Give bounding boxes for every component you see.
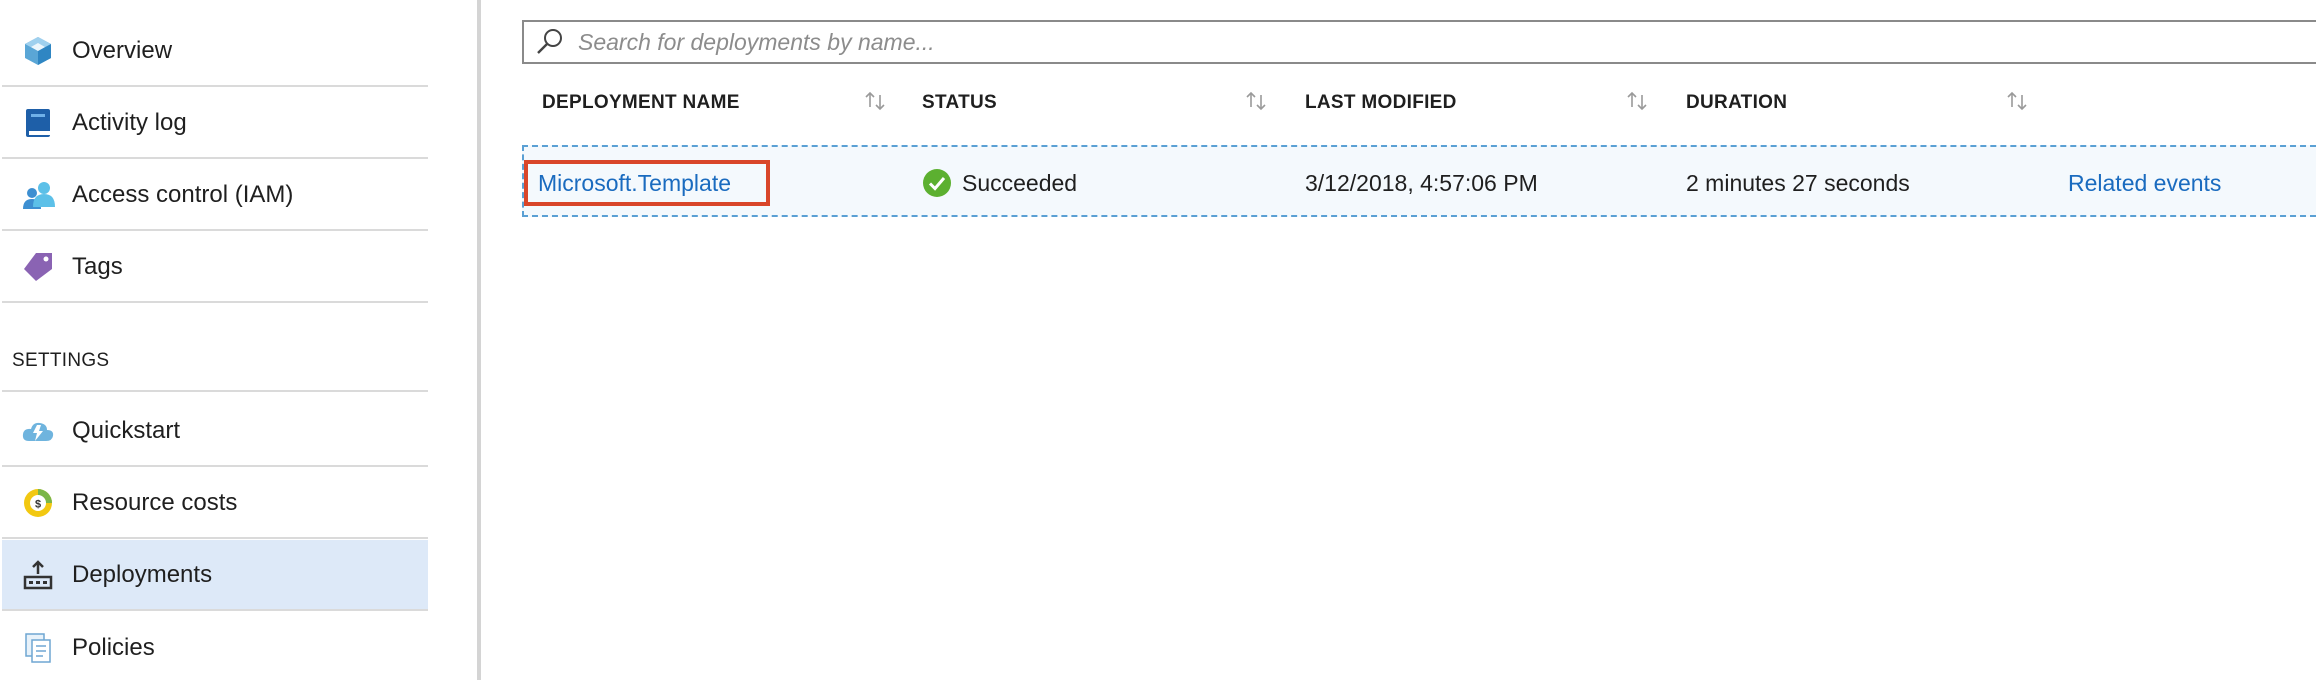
column-header-duration[interactable]: DURATION — [1686, 92, 1787, 114]
column-header-status[interactable]: STATUS — [922, 92, 997, 114]
deployment-name-link[interactable]: Microsoft.Template — [524, 160, 770, 206]
users-access-icon — [20, 177, 56, 213]
nav-item-deployments[interactable]: Deployments — [2, 540, 428, 611]
nav-label: Policies — [72, 633, 155, 661]
sort-icon[interactable] — [2004, 90, 2030, 112]
divider — [2, 390, 428, 392]
deployment-search-box[interactable] — [522, 20, 2316, 64]
nav-label: Deployments — [72, 560, 213, 588]
nav-item-overview[interactable]: Overview — [2, 16, 428, 87]
nav-label: Activity log — [72, 108, 187, 136]
sidebar-splitter[interactable] — [477, 0, 481, 680]
last-modified-text: 3/12/2018, 4:57:06 PM — [1305, 170, 1538, 196]
tag-icon — [20, 249, 56, 285]
deployments-icon — [20, 557, 56, 593]
sort-icon[interactable] — [1624, 90, 1650, 112]
nav-label: Tags — [72, 252, 123, 280]
sort-icon[interactable] — [1243, 90, 1269, 112]
nav-item-activity-log[interactable]: Activity log — [2, 88, 428, 159]
policies-icon — [20, 630, 56, 666]
nav-label: Overview — [72, 36, 173, 64]
nav-label: Resource costs — [72, 488, 238, 516]
duration-text: 2 minutes 27 seconds — [1686, 170, 1910, 196]
activity-log-book-icon — [20, 105, 56, 141]
success-check-icon — [922, 168, 952, 198]
related-events-link[interactable]: Related events — [2068, 170, 2221, 197]
settings-section-header: SETTINGS — [12, 350, 110, 371]
quickstart-cloud-icon — [20, 413, 56, 449]
nav-item-access-control[interactable]: Access control (IAM) — [2, 160, 428, 231]
nav-item-policies[interactable]: Policies — [2, 612, 428, 683]
nav-item-resource-costs[interactable]: $ Resource costs — [2, 468, 428, 539]
status-text: Succeeded — [962, 170, 1078, 196]
resource-costs-icon: $ — [20, 485, 56, 521]
search-icon — [534, 26, 566, 58]
sort-icon[interactable] — [862, 90, 888, 112]
search-input[interactable] — [576, 27, 2316, 57]
resource-group-cube-icon — [20, 33, 56, 69]
nav-item-tags[interactable]: Tags — [2, 232, 428, 303]
column-header-deployment-name[interactable]: DEPLOYMENT NAME — [542, 92, 740, 114]
resource-menu: Overview Activity log Access control (IA… — [0, 0, 480, 680]
svg-text:$: $ — [35, 498, 41, 510]
nav-item-quickstart[interactable]: Quickstart — [2, 396, 428, 467]
nav-label: Quickstart — [72, 416, 181, 444]
column-header-last-modified[interactable]: LAST MODIFIED — [1305, 92, 1457, 114]
nav-label: Access control (IAM) — [72, 180, 294, 208]
